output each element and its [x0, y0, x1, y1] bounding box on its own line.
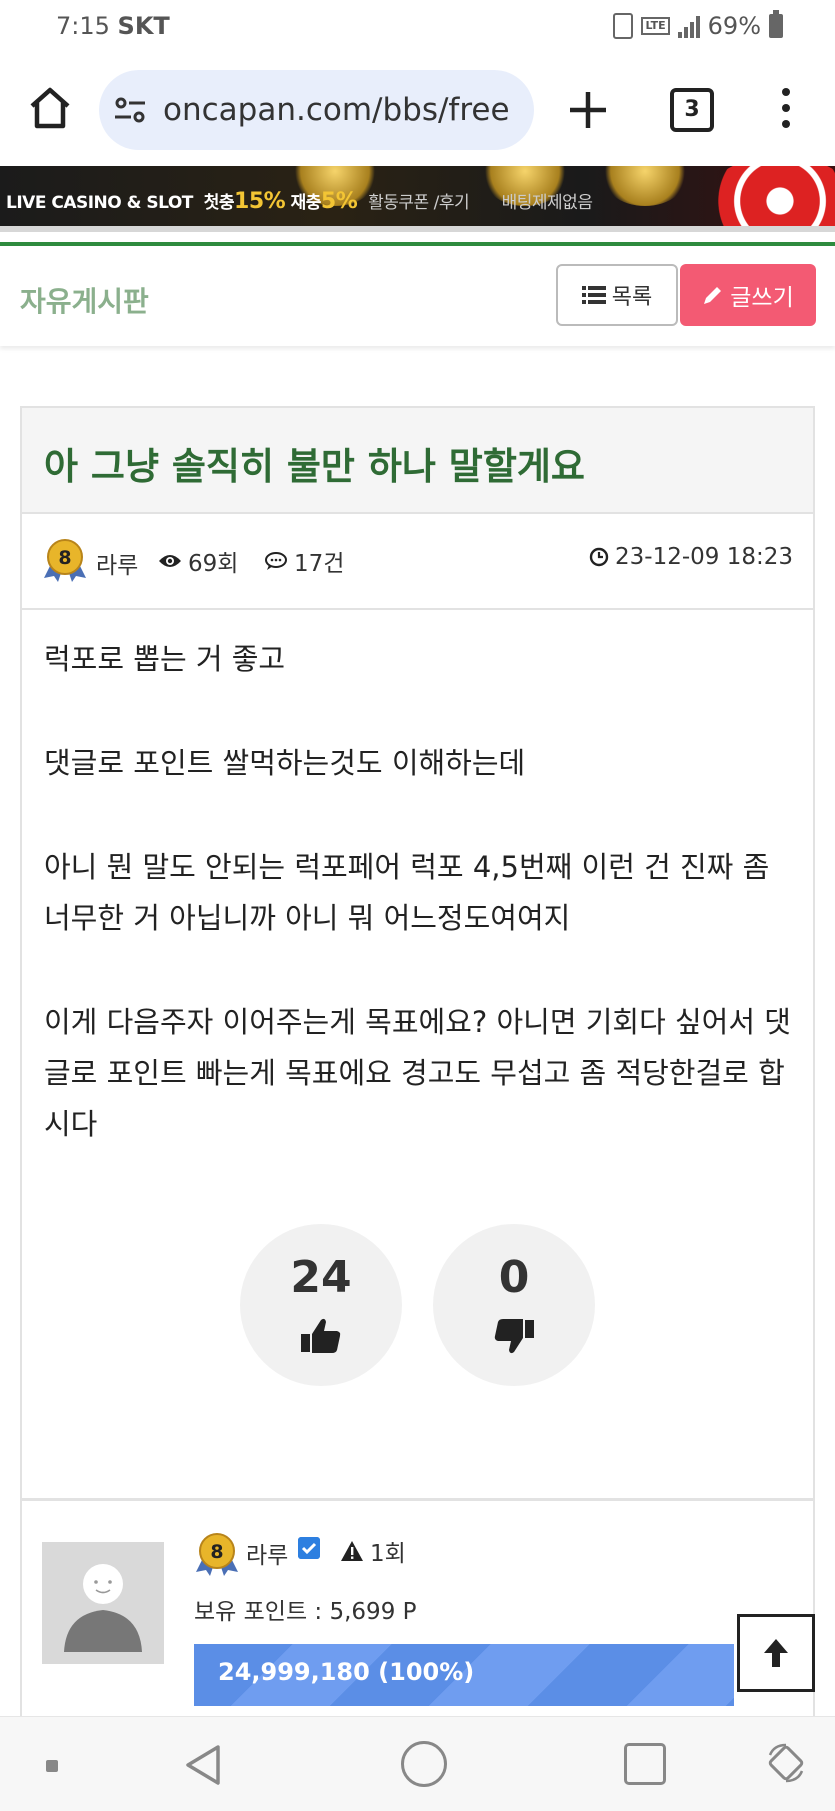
banner-bonus2-label: 재충 [290, 193, 322, 213]
board-header: 자유게시판 목록 글쓰기 [0, 246, 835, 346]
dislike-count: 0 [498, 1252, 530, 1303]
post-paragraph: 이게 다음주자 이어주는게 목표에요? 아니면 기회다 싶어서 댓글로 포인트 … [44, 1005, 791, 1141]
url-text[interactable]: oncapan.com/bbs/free [163, 90, 523, 130]
home-icon[interactable] [26, 84, 74, 132]
tab-switcher-button[interactable]: 3 [670, 88, 714, 132]
battery-icon [769, 10, 783, 38]
thumbs-down-icon [494, 1319, 534, 1354]
recent-apps-icon[interactable] [624, 1743, 666, 1785]
section-divider [22, 1498, 813, 1501]
post-paragraph: 댓글로 포인트 쌀먹하는것도 이해하는데 [44, 746, 526, 780]
banner-extra: 활동쿠폰 /후기 [368, 193, 470, 213]
level-number: 8 [210, 1541, 223, 1563]
banner-bonus1: 15% [234, 189, 286, 214]
post-paragraph: 럭포로 뽑는 거 좋고 [44, 642, 286, 676]
rotate-screen-icon[interactable] [764, 1741, 808, 1785]
list-icon [581, 286, 606, 304]
post-meta: 8 라루 69회 17건 23-12-09 18:23 [22, 512, 813, 610]
view-count: 69회 [158, 544, 238, 578]
warning-count: 1회 [340, 1534, 406, 1568]
pencil-icon [704, 287, 722, 304]
warning-count-text: 1회 [370, 1541, 406, 1567]
author-name[interactable]: 라루 [96, 546, 138, 580]
warning-icon [341, 1541, 363, 1561]
carrier: SKT [117, 12, 170, 40]
scroll-to-top-button[interactable] [737, 1614, 815, 1692]
post-title: 아 그냥 솔직히 불만 하나 말할게요 [44, 445, 585, 488]
post-date: 23-12-09 18:23 [589, 544, 793, 570]
clock: 7:15 [56, 12, 110, 40]
banner-title: LIVE CASINO & SLOT [6, 193, 193, 213]
write-button[interactable]: 글쓰기 [680, 264, 816, 326]
address-bar[interactable]: oncapan.com/bbs/free [99, 70, 534, 150]
verified-check-icon [298, 1537, 320, 1559]
banner-text: LIVE CASINO & SLOT 첫충15% 재충5% 활동쿠폰 /후기 배… [6, 188, 593, 214]
post-title-box: 아 그냥 솔직히 불만 하나 말할게요 [22, 408, 813, 514]
vibrate-icon [613, 13, 634, 39]
casino-chip-image [705, 166, 835, 226]
level-number: 8 [58, 547, 71, 569]
post-paragraph: 아니 뭔 말도 안되는 럭포페어 럭포 4,5번째 이런 건 진짜 좀 너무한 … [44, 850, 770, 935]
comment-icon [265, 552, 287, 570]
nav-dot-icon[interactable] [46, 1760, 58, 1772]
clock-icon [589, 547, 609, 567]
board-title[interactable]: 자유게시판 [20, 280, 149, 320]
write-button-label: 글쓰기 [730, 285, 794, 311]
level-badge-icon: 8 [44, 539, 86, 582]
home-nav-icon[interactable] [401, 1741, 447, 1787]
divider [0, 226, 835, 232]
default-avatar-icon [64, 1564, 142, 1652]
thumbs-up-icon [301, 1318, 341, 1353]
level-badge-icon: 8 [196, 1533, 238, 1576]
new-tab-icon[interactable] [566, 88, 610, 132]
list-button-label: 목록 [611, 285, 653, 310]
banner-bonus1-label: 첫충 [203, 193, 235, 213]
eye-icon [159, 555, 181, 567]
post-card: 아 그냥 솔직히 불만 하나 말할게요 8 라루 69회 17건 23-12-0… [20, 406, 815, 1810]
experience-bar: 24,999,180 (100%) [194, 1644, 734, 1706]
avatar[interactable] [42, 1542, 164, 1664]
system-navigation-bar [0, 1716, 835, 1811]
status-bar: 7:15 SKT LTE 69% [0, 0, 835, 54]
arrow-up-icon [764, 1639, 788, 1667]
profile-name[interactable]: 라루 [246, 1536, 288, 1570]
experience-text: 24,999,180 (100%) [218, 1658, 475, 1686]
like-count: 24 [290, 1252, 352, 1303]
back-icon[interactable] [180, 1741, 228, 1789]
like-button[interactable]: 24 [240, 1224, 402, 1386]
lte-icon: LTE [641, 17, 670, 35]
site-settings-icon[interactable] [113, 94, 147, 126]
casino-banner[interactable]: LIVE CASINO & SLOT 첫충15% 재충5% 활동쿠폰 /후기 배… [0, 166, 835, 226]
banner-bonus2: 5% [320, 189, 358, 214]
dislike-button[interactable]: 0 [433, 1224, 595, 1386]
more-menu-icon[interactable] [776, 84, 796, 136]
status-time: 7:15 SKT [56, 12, 170, 40]
view-count-text: 69회 [188, 551, 239, 577]
browser-toolbar: oncapan.com/bbs/free 3 [0, 54, 835, 166]
points-label: 보유 포인트 : 5,699 P [194, 1599, 417, 1625]
battery-level: 69% [707, 12, 761, 40]
post-date-text: 23-12-09 18:23 [615, 544, 793, 570]
post-body: 럭포로 뽑는 거 좋고 댓글로 포인트 쌀먹하는것도 이해하는데 아니 뭔 말도… [44, 634, 794, 1203]
comment-count: 17건 [264, 544, 344, 578]
comment-count-text: 17건 [294, 551, 345, 577]
banner-extra2: 배팅제제없음 [501, 193, 593, 213]
list-button[interactable]: 목록 [556, 264, 678, 326]
signal-icon [677, 14, 700, 38]
banner-decoration [600, 166, 690, 206]
status-icons: LTE 69% [613, 10, 783, 40]
